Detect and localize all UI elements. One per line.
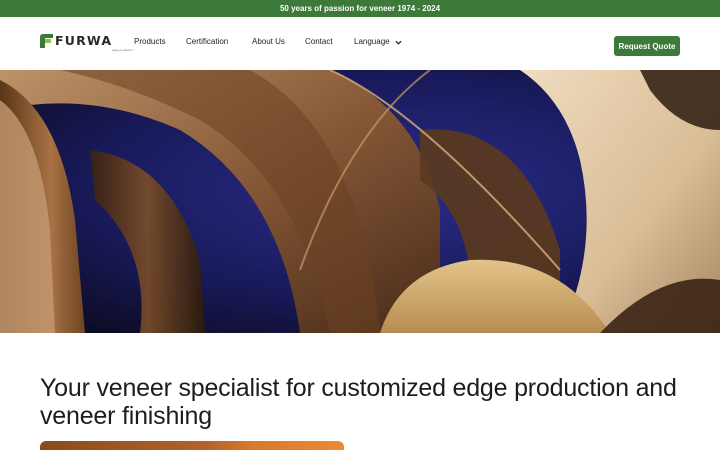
hero-image bbox=[0, 70, 720, 333]
announcement-text: 50 years of passion for veneer 1974 - 20… bbox=[279, 4, 441, 13]
veneer-rolls-photo bbox=[0, 70, 720, 333]
chevron-down-icon bbox=[395, 40, 402, 45]
logo[interactable]: FURWA edge production bbox=[40, 33, 134, 52]
nav-item-about-us[interactable]: About Us bbox=[252, 37, 285, 47]
logo-wordmark: FURWA bbox=[55, 33, 113, 48]
logo-mark-icon bbox=[40, 34, 53, 48]
language-selector[interactable]: Language bbox=[354, 37, 402, 47]
announcement-bar: 50 years of passion for veneer 1974 - 20… bbox=[0, 0, 720, 17]
nav-item-certification[interactable]: Certification bbox=[186, 37, 228, 47]
teaser-image bbox=[40, 441, 344, 450]
site-header: FURWA edge production Products Certifica… bbox=[0, 17, 720, 70]
request-quote-button[interactable]: Request Quote bbox=[614, 36, 680, 56]
page-headline: Your veneer specialist for customized ed… bbox=[40, 374, 677, 430]
language-label: Language bbox=[354, 37, 390, 46]
nav-item-contact[interactable]: Contact bbox=[305, 37, 333, 47]
logo-tagline: edge production bbox=[112, 48, 134, 52]
nav-item-products[interactable]: Products bbox=[134, 37, 166, 47]
